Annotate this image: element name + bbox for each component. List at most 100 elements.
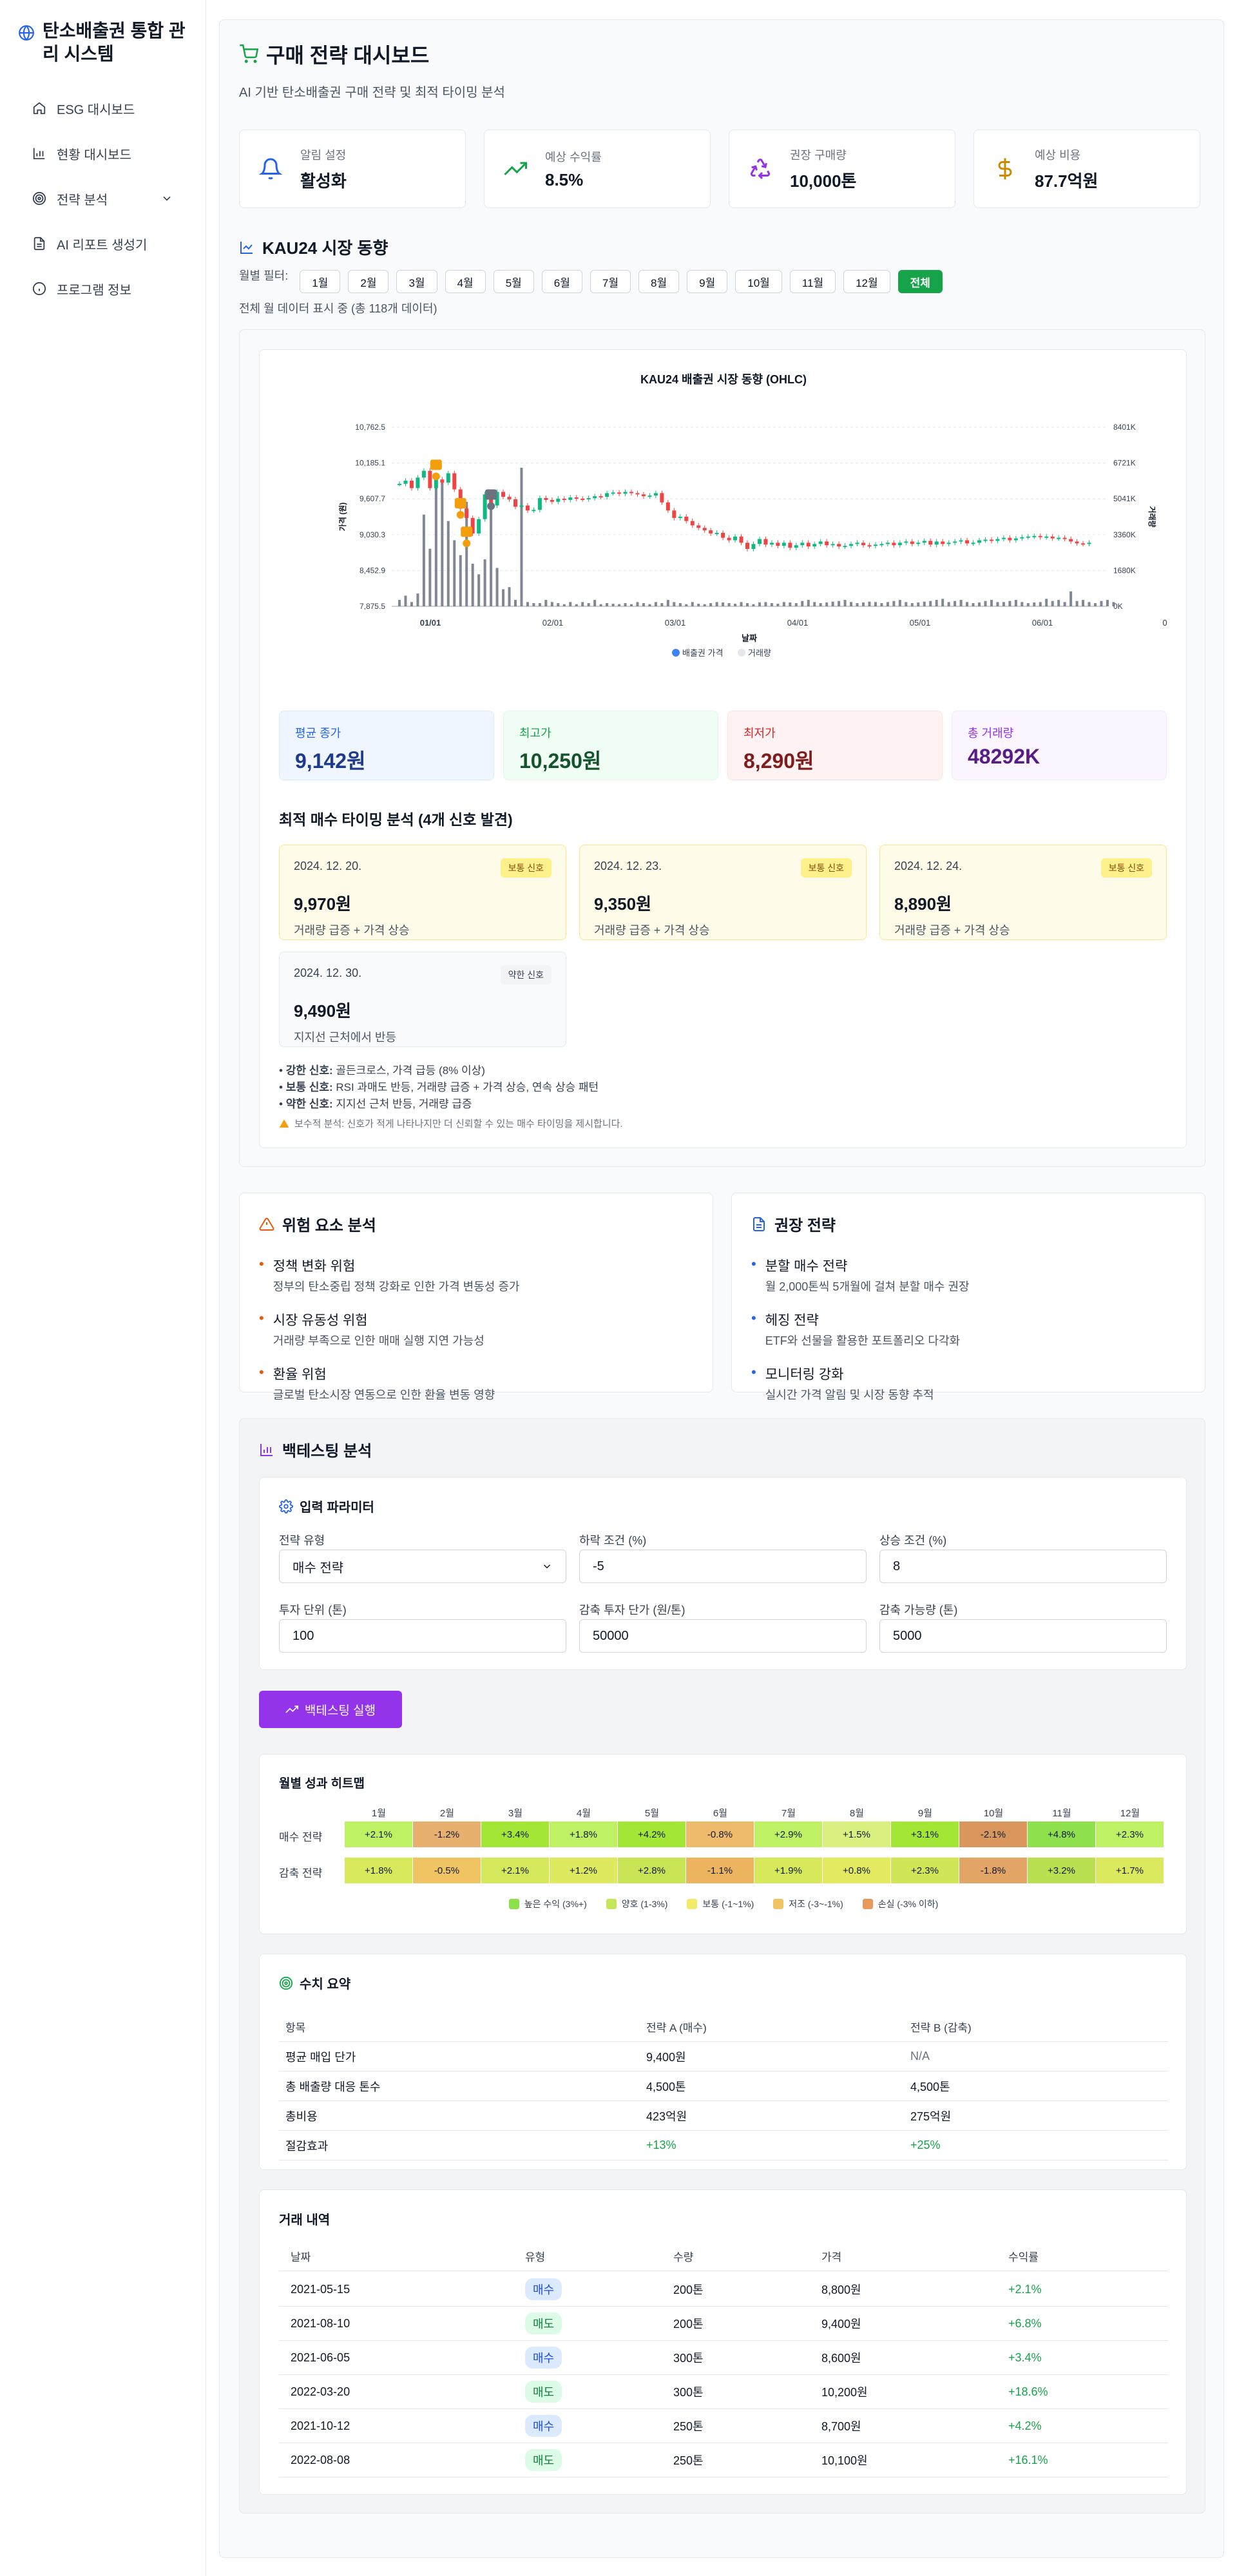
candle-body — [623, 492, 628, 494]
signal-badge: 보통 신호 — [1100, 858, 1152, 878]
trade-price: 8,800원 — [821, 2283, 861, 2296]
heatmap-cell[interactable]: +2.1% — [345, 1821, 412, 1847]
signal-card[interactable]: 2024. 12. 23. 보통 신호 9,350원 거래량 급증 + 가격 상… — [579, 845, 867, 940]
month-filter-8[interactable]: 8월 — [638, 270, 680, 293]
month-filter: 월별 필터: 1월 2월 3월 4월 5월 6월 7월 8월 9월 10월 11월 12월 전체 — [239, 269, 950, 293]
volume-bar — [471, 563, 474, 606]
heatmap-cell[interactable]: +2.1% — [481, 1858, 549, 1883]
candle-body — [409, 481, 414, 488]
month-filter-9[interactable]: 9월 — [687, 270, 728, 293]
sidebar-item-strategy[interactable]: 전략 분석 — [13, 179, 193, 218]
signal-flag — [461, 526, 473, 537]
heatmap-cell[interactable]: +0.8% — [823, 1858, 890, 1883]
volume-bar — [410, 602, 413, 606]
month-filter-4[interactable]: 4월 — [445, 270, 486, 293]
trade-price: 9,400원 — [821, 2318, 861, 2331]
month-filter-13[interactable]: 전체 — [897, 270, 943, 293]
summary-cell: 항목 — [285, 2022, 306, 2034]
sidebar-item-status[interactable]: 현황 대시보드 — [13, 134, 193, 173]
trade-ret: +16.1% — [1008, 2453, 1048, 2466]
recycle-icon — [750, 159, 771, 180]
run-backtest-button[interactable]: 백테스팅 실행 — [259, 1691, 402, 1728]
sidebar-nav: ESG 대시보드 현황 대시보드 전략 분석 AI 리포트 생성기 프로그램 정… — [0, 89, 206, 308]
params-card: 입력 파라미터 전략 유형 매수 전략 하락 조건 (%) -5 상승 조건 (… — [259, 1477, 1187, 1670]
month-filter-12[interactable]: 12월 — [843, 270, 890, 293]
trade-row[interactable]: 2021-08-10 매도 200톤 9,400원 +6.8% — [279, 2307, 1168, 2341]
candle-body — [617, 492, 622, 494]
volume-bar — [654, 602, 657, 606]
reduction-capacity-input[interactable]: 5000 — [879, 1619, 1167, 1653]
month-filter-2[interactable]: 2월 — [348, 270, 389, 293]
month-filter-3[interactable]: 3월 — [396, 270, 437, 293]
signal-marker — [463, 539, 471, 548]
heatmap-cell[interactable]: +1.7% — [1096, 1858, 1164, 1883]
month-filter-10[interactable]: 10월 — [735, 270, 782, 293]
summary-cell: 전략 A (매수) — [646, 2022, 707, 2034]
stat-value: 8,290원 — [743, 749, 814, 773]
month-filter-11[interactable]: 11월 — [789, 270, 836, 293]
volume-bar — [984, 601, 987, 606]
month-filter-1[interactable]: 1월 — [300, 270, 341, 293]
strategy-type-select[interactable]: 매수 전략 — [279, 1550, 566, 1583]
heatmap-cell[interactable]: +3.1% — [891, 1821, 959, 1847]
volume-bar — [697, 604, 700, 606]
candle-body — [416, 477, 420, 488]
summary-row: 총 배출량 대응 톤수 4,500톤 4,500톤 — [279, 2071, 1168, 2101]
signal-card[interactable]: 2024. 12. 24. 보통 신호 8,890원 거래량 급증 + 가격 상… — [879, 845, 1167, 940]
trade-type: 매수 — [525, 2278, 562, 2300]
heatmap-cell[interactable]: +3.2% — [1028, 1858, 1095, 1883]
sidebar-item-ai-report[interactable]: AI 리포트 생성기 — [13, 224, 193, 263]
heatmap-cell[interactable]: +2.3% — [891, 1858, 959, 1883]
heatmap-cell[interactable]: +4.2% — [618, 1821, 686, 1847]
summary-cell: 평균 매입 단가 — [285, 2050, 356, 2064]
trade-row[interactable]: 2022-08-08 매도 250톤 10,100원 +16.1% — [279, 2443, 1168, 2477]
signal-price: 9,970원 — [294, 894, 351, 914]
heatmap-cell[interactable]: +4.8% — [1028, 1821, 1095, 1847]
x-tick-label: 05/01 — [910, 618, 931, 628]
candle-body — [995, 539, 1000, 541]
volume-bar — [1026, 603, 1030, 606]
trade-row[interactable]: 2021-06-05 매수 300톤 8,600원 +3.4% — [279, 2341, 1168, 2375]
month-filter-6[interactable]: 6월 — [541, 270, 582, 293]
kpi-alert[interactable]: 알림 설정 활성화 — [239, 130, 466, 208]
heatmap-cell[interactable]: -1.2% — [413, 1821, 481, 1847]
chevron-down-icon[interactable] — [160, 192, 173, 205]
sidebar-item-esg[interactable]: ESG 대시보드 — [13, 89, 193, 128]
month-filter-5[interactable]: 5월 — [493, 270, 534, 293]
heatmap-cell[interactable]: -1.1% — [686, 1858, 754, 1883]
heatmap-cell[interactable]: -0.8% — [686, 1821, 754, 1847]
heatmap-cell[interactable]: +1.8% — [550, 1821, 617, 1847]
signal-card[interactable]: 2024. 12. 20. 보통 신호 9,970원 거래량 급증 + 가격 상… — [279, 845, 566, 940]
month-filter-7[interactable]: 7월 — [590, 270, 631, 293]
heatmap-cell[interactable]: +1.8% — [345, 1858, 412, 1883]
candle-body — [666, 502, 670, 511]
candle-body — [678, 516, 682, 518]
kpi-value: 활성화 — [300, 171, 347, 191]
heatmap-cell[interactable]: +2.9% — [754, 1821, 822, 1847]
heatmap-cell[interactable]: -0.5% — [413, 1858, 481, 1883]
heatmap-cell[interactable]: +1.9% — [754, 1858, 822, 1883]
drop-condition-input[interactable]: -5 — [579, 1550, 867, 1583]
heatmap-cell[interactable]: +1.2% — [550, 1858, 617, 1883]
invest-unit-input[interactable]: 100 — [279, 1619, 566, 1653]
heatmap-cell[interactable]: +1.5% — [823, 1821, 890, 1847]
heatmap-cell[interactable]: -1.8% — [959, 1858, 1027, 1883]
trade-row[interactable]: 2022-03-20 매도 300톤 10,200원 +18.6% — [279, 2375, 1168, 2409]
sidebar-item-info[interactable]: 프로그램 정보 — [13, 269, 193, 308]
heatmap-cell[interactable]: -2.1% — [959, 1821, 1027, 1847]
timing-title: 최적 매수 타이밍 분석 (4개 신호 발견) — [279, 811, 513, 828]
ohlc-chart[interactable]: KAU24 배출권 시장 동향 (OHLC) 10,762.5 8401K 10,18… — [260, 350, 1187, 685]
signal-card[interactable]: 2024. 12. 30. 약한 신호 9,490원 지지선 근처에서 반등 — [279, 952, 566, 1047]
stat-value: 48292K — [968, 745, 1040, 768]
trade-type: 매도 — [525, 2449, 562, 2471]
alert-triangle-icon — [259, 1217, 274, 1231]
rise-condition-input[interactable]: 8 — [879, 1550, 1167, 1583]
heatmap-cell[interactable]: +2.8% — [618, 1858, 686, 1883]
trade-row[interactable]: 2021-05-15 매수 200톤 8,800원 +2.1% — [279, 2273, 1168, 2307]
reduction-cost-input[interactable]: 50000 — [579, 1619, 867, 1653]
x-tick-label: 01/01 — [420, 618, 441, 628]
trade-row[interactable]: 2021-10-12 매수 250톤 8,700원 +4.2% — [279, 2409, 1168, 2443]
heatmap-cell[interactable]: +2.3% — [1096, 1821, 1164, 1847]
candle-body — [465, 508, 469, 518]
heatmap-cell[interactable]: +3.4% — [481, 1821, 549, 1847]
